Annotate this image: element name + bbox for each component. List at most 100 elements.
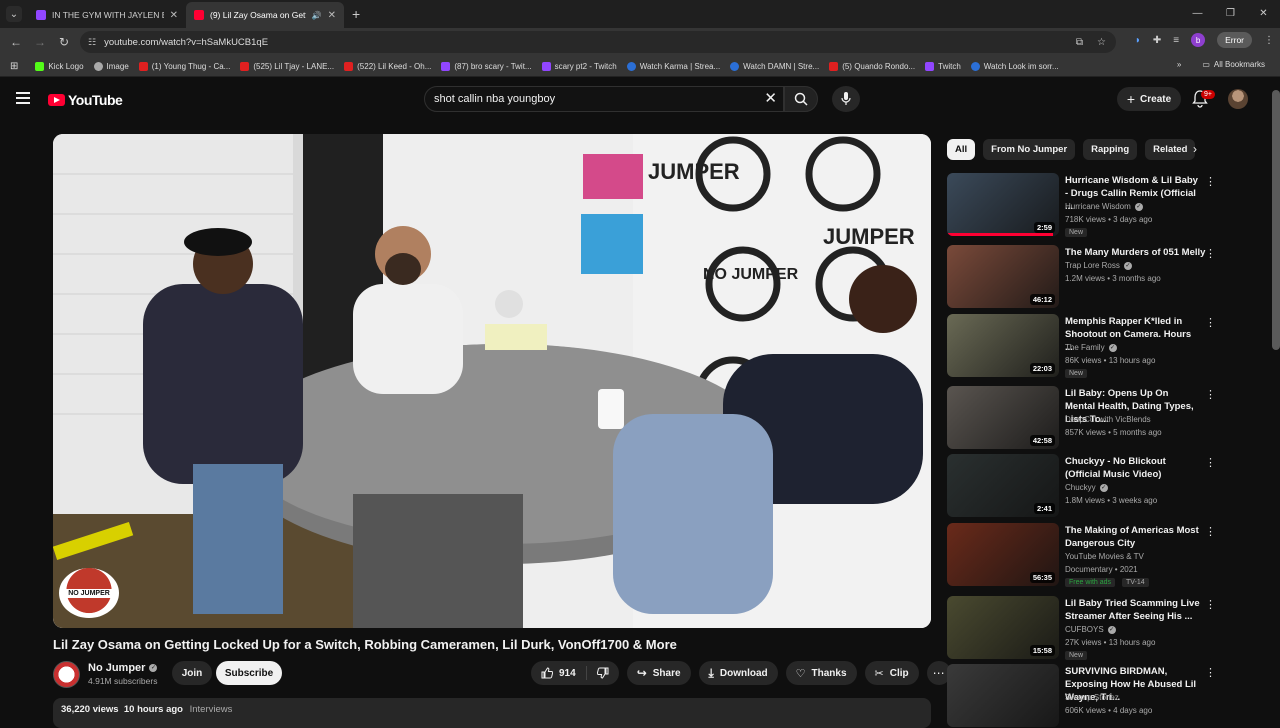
- recommended-channel[interactable]: Trap Lore Ross ✓: [1065, 261, 1132, 270]
- page-scrollbar[interactable]: [1272, 90, 1280, 350]
- video-tag[interactable]: Interviews: [190, 704, 233, 715]
- clip-button[interactable]: ✂ Clip: [864, 661, 919, 685]
- more-vertical-icon[interactable]: ⋮: [1205, 456, 1216, 469]
- more-vertical-icon[interactable]: ⋮: [1205, 316, 1216, 329]
- video-thumbnail[interactable]: 56:35: [947, 523, 1059, 586]
- guide-menu-icon[interactable]: [16, 92, 30, 104]
- video-thumbnail[interactable]: 2:59: [947, 173, 1059, 236]
- video-player[interactable]: JUMPER JUMPER NO JUMPER NO JUMPER: [53, 134, 931, 628]
- profile-avatar[interactable]: b: [1191, 33, 1206, 47]
- recommended-video-title[interactable]: The Making of Americas Most Dangerous Ci…: [1065, 524, 1201, 550]
- filter-chip[interactable]: From No Jumper: [983, 139, 1076, 160]
- chevron-right-icon[interactable]: ›: [1193, 142, 1197, 156]
- video-thumbnail[interactable]: 2:41: [947, 454, 1059, 517]
- reload-icon[interactable]: ↻: [52, 35, 76, 49]
- browser-menu-icon[interactable]: ⋮: [1264, 35, 1274, 46]
- recommended-video[interactable]: 2:41 Chuckyy - No Blickout (Official Musi…: [947, 454, 1217, 518]
- more-vertical-icon[interactable]: ⋮: [1205, 175, 1216, 188]
- error-button[interactable]: Error: [1217, 32, 1252, 48]
- browser-tab-2[interactable]: (9) Lil Zay Osama on Gettin 🔊 ✕: [186, 2, 344, 28]
- bookmark-item[interactable]: (522) Lil Keed - Oh...: [339, 61, 436, 71]
- apps-grid-icon[interactable]: ⊞: [10, 61, 18, 72]
- more-vertical-icon[interactable]: ⋮: [1205, 666, 1216, 679]
- bookmark-item[interactable]: (1) Young Thug - Ca...: [134, 61, 236, 71]
- media-controls-icon[interactable]: ≡: [1173, 35, 1179, 46]
- create-button[interactable]: + Create: [1117, 87, 1181, 111]
- recommended-video[interactable]: SURVIVING BIRDMAN, Exposing How He Abuse…: [947, 664, 1217, 728]
- subscribe-button[interactable]: Subscribe: [216, 661, 282, 685]
- forward-icon[interactable]: →: [28, 35, 52, 49]
- back-icon[interactable]: ←: [4, 35, 28, 49]
- filter-chip[interactable]: Rapping: [1083, 139, 1138, 160]
- install-app-icon[interactable]: ⧉: [1076, 37, 1083, 48]
- address-bar[interactable]: ☷ youtube.com/watch?v=hSaMkUCB1qE ⧉ ☆: [80, 31, 1116, 53]
- close-window-icon[interactable]: ✕: [1247, 0, 1280, 28]
- more-vertical-icon[interactable]: ⋮: [1205, 247, 1216, 260]
- more-vertical-icon[interactable]: ⋮: [1205, 388, 1216, 401]
- video-thumbnail[interactable]: [947, 664, 1059, 727]
- recommended-video[interactable]: 15:58 Lil Baby Tried Scamming Live Stream…: [947, 596, 1217, 660]
- recommended-channel[interactable]: Swamp Storiez: [1065, 693, 1119, 702]
- recommended-channel[interactable]: DeepCut with VicBlends: [1065, 415, 1151, 424]
- tab-close-icon[interactable]: ✕: [170, 10, 178, 21]
- voice-search-button[interactable]: [832, 86, 860, 112]
- recommended-video[interactable]: 22:03 Memphis Rapper K*lled in Shootout o…: [947, 314, 1217, 378]
- bookmark-item[interactable]: scary pt2 - Twitch: [537, 61, 622, 71]
- tab-search-button[interactable]: ⌄: [6, 6, 22, 22]
- recommended-channel[interactable]: YouTube Movies & TV: [1065, 552, 1144, 561]
- bookmark-item[interactable]: Watch DAMN | Stre...: [725, 61, 824, 71]
- recommended-channel[interactable]: Chuckyy ✓: [1065, 483, 1108, 492]
- recommended-video-title[interactable]: Chuckyy - No Blickout (Official Music Vi…: [1065, 455, 1201, 481]
- bookmark-item[interactable]: (525) Lil Tjay - LANE...: [235, 61, 339, 71]
- search-input[interactable]: shot callin nba youngboy ✕: [424, 86, 784, 112]
- download-button[interactable]: ⤓ Download: [698, 661, 778, 685]
- search-button[interactable]: [784, 86, 818, 112]
- more-vertical-icon[interactable]: ⋮: [1205, 525, 1216, 538]
- recommended-video[interactable]: 46:12 The Many Murders of 051 Melly Trap L…: [947, 245, 1217, 309]
- recommended-video-title[interactable]: The Many Murders of 051 Melly: [1065, 246, 1205, 259]
- video-thumbnail[interactable]: 22:03: [947, 314, 1059, 377]
- tab-close-icon[interactable]: ✕: [328, 10, 336, 21]
- bookmark-item[interactable]: Kick Logo: [30, 61, 88, 71]
- recommended-channel[interactable]: Hurricane Wisdom ✓: [1065, 202, 1143, 211]
- extension-wave-icon[interactable]: ◗: [1135, 35, 1141, 46]
- bookmark-item[interactable]: (5) Quando Rondo...: [824, 61, 920, 71]
- account-avatar[interactable]: [1228, 89, 1248, 109]
- minimize-icon[interactable]: —: [1181, 0, 1214, 28]
- recommended-video[interactable]: 42:58 Lil Baby: Opens Up On Mental Health…: [947, 386, 1217, 450]
- video-thumbnail[interactable]: 46:12: [947, 245, 1059, 308]
- speaker-icon[interactable]: 🔊: [312, 11, 322, 20]
- bookmark-item[interactable]: (87) bro scary - Twit...: [436, 61, 536, 71]
- recommended-video[interactable]: 2:59 Hurricane Wisdom & Lil Baby - Drugs …: [947, 173, 1217, 237]
- bookmark-star-icon[interactable]: ☆: [1097, 37, 1106, 48]
- youtube-logo[interactable]: YouTube: [48, 92, 123, 108]
- filter-chip[interactable]: All: [947, 139, 976, 160]
- recommended-channel[interactable]: The Family ✓: [1065, 343, 1117, 352]
- recommended-video-title[interactable]: Lil Baby Tried Scamming Live Streamer Af…: [1065, 597, 1201, 623]
- video-thumbnail[interactable]: 15:58: [947, 596, 1059, 659]
- channel-name[interactable]: No Jumper: [88, 662, 145, 674]
- join-button[interactable]: Join: [172, 661, 212, 685]
- dislike-button[interactable]: [587, 661, 619, 685]
- video-thumbnail[interactable]: 42:58: [947, 386, 1059, 449]
- restore-icon[interactable]: ❐: [1214, 0, 1247, 28]
- extensions-puzzle-icon[interactable]: ✚: [1153, 35, 1161, 46]
- clear-search-icon[interactable]: ✕: [764, 89, 777, 107]
- site-info-icon[interactable]: ☷: [88, 37, 96, 48]
- description-box[interactable]: 36,220 views 10 hours ago Interviews: [53, 698, 931, 728]
- new-tab-icon[interactable]: +: [352, 6, 360, 22]
- thanks-button[interactable]: ♡ Thanks: [785, 661, 857, 685]
- bookmark-item[interactable]: Image: [89, 61, 134, 71]
- more-bookmarks-icon[interactable]: »: [1177, 60, 1181, 69]
- bookmark-item[interactable]: Watch Look im sorr...: [966, 61, 1064, 71]
- filter-chip[interactable]: Related: [1145, 139, 1196, 160]
- channel-avatar[interactable]: [53, 660, 80, 688]
- bookmark-item[interactable]: Watch Karma | Strea...: [622, 61, 725, 71]
- share-button[interactable]: ↪ Share: [626, 661, 691, 685]
- like-button[interactable]: 914: [531, 661, 586, 685]
- bookmark-item[interactable]: Twitch: [920, 61, 966, 71]
- recommended-video[interactable]: 56:35 The Making of Americas Most Dangero…: [947, 523, 1217, 587]
- more-vertical-icon[interactable]: ⋮: [1205, 598, 1216, 611]
- recommended-channel[interactable]: CUFBOYS ✓: [1065, 625, 1116, 634]
- browser-tab-1[interactable]: IN THE GYM WITH JAYLEN BRO ✕: [28, 2, 186, 28]
